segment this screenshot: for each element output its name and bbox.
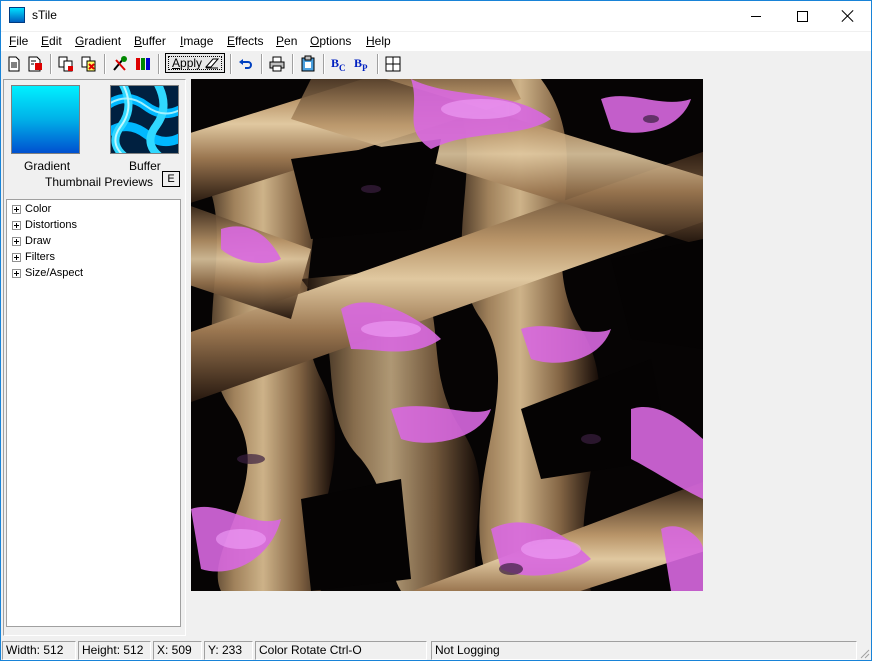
toolbar-separator	[158, 54, 160, 74]
eraser-icon	[205, 58, 219, 69]
tree-item-distortions[interactable]: Distortions	[12, 217, 77, 233]
app-window: sTile File Edit Gradient Buffer Image Ef…	[0, 0, 872, 661]
edit-thumbnail-button[interactable]: E	[162, 171, 180, 187]
toolbar-separator	[292, 54, 294, 74]
menu-effects[interactable]: Effects	[227, 34, 263, 48]
tree-item-filters[interactable]: Filters	[12, 249, 55, 265]
tree-item-draw[interactable]: Draw	[12, 233, 51, 249]
title-bar[interactable]: sTile	[1, 1, 871, 31]
status-height: Height: 512	[78, 641, 151, 660]
maximize-button[interactable]	[779, 1, 825, 31]
tools-icon[interactable]	[111, 55, 129, 73]
expand-icon[interactable]	[12, 252, 21, 262]
paste-icon[interactable]	[80, 55, 98, 73]
menu-bar: File Edit Gradient Buffer Image Effects …	[1, 32, 871, 51]
menu-buffer[interactable]: Buffer	[134, 34, 166, 48]
minimize-icon	[751, 15, 761, 17]
expand-icon[interactable]	[12, 204, 21, 214]
buffer-thumbnail[interactable]	[110, 85, 179, 154]
grid-icon[interactable]	[384, 55, 402, 73]
print-icon[interactable]	[268, 55, 286, 73]
buffer-caption: Buffer	[129, 159, 161, 173]
close-button[interactable]	[825, 1, 871, 31]
maximize-icon	[796, 10, 808, 22]
clipboard-icon[interactable]	[299, 55, 317, 73]
texture-image[interactable]	[191, 79, 703, 591]
status-x: X: 509	[153, 641, 202, 660]
minimize-button[interactable]	[733, 1, 779, 31]
status-bar: Width: 512 Height: 512 X: 509 Y: 233 Col…	[1, 640, 871, 660]
svg-text:P: P	[362, 63, 368, 73]
effects-tree: Color Distortions Draw Filters Size/Aspe…	[6, 199, 181, 627]
buffer-preview-image	[111, 86, 178, 153]
menu-image[interactable]: Image	[180, 34, 213, 48]
palette-icon[interactable]	[134, 55, 152, 73]
menu-file[interactable]: File	[9, 34, 28, 48]
svg-text:B: B	[354, 56, 362, 70]
copy-icon[interactable]	[57, 55, 75, 73]
tree-item-color[interactable]: Color	[12, 201, 51, 217]
blur-p-icon[interactable]: B P	[353, 55, 371, 73]
texture-render	[191, 79, 703, 591]
save-icon[interactable]	[26, 55, 44, 73]
resize-grip-icon[interactable]	[858, 647, 870, 659]
status-command: Color Rotate Ctrl-O	[255, 641, 427, 660]
toolbar-separator	[230, 54, 232, 74]
new-icon[interactable]	[5, 55, 23, 73]
canvas-area[interactable]	[187, 77, 871, 637]
expand-icon[interactable]	[12, 236, 21, 246]
close-icon	[842, 10, 854, 22]
tree-item-size-aspect[interactable]: Size/Aspect	[12, 265, 83, 281]
gradient-caption: Gradient	[24, 159, 71, 173]
toolbar: Apply B C B P	[1, 52, 871, 76]
toolbar-separator	[50, 54, 52, 74]
svg-text:B: B	[331, 56, 339, 70]
toolbar-separator	[261, 54, 263, 74]
thumbnail-previews-caption: Thumbnail Previews	[45, 175, 154, 189]
toolbar-separator	[377, 54, 379, 74]
menu-help[interactable]: Help	[366, 34, 391, 48]
status-logging: Not Logging	[431, 641, 857, 660]
svg-text:C: C	[339, 63, 346, 73]
status-width: Width: 512	[2, 641, 76, 660]
blur-c-icon[interactable]: B C	[330, 55, 348, 73]
toolbar-separator	[323, 54, 325, 74]
toolbar-separator	[104, 54, 106, 74]
app-icon[interactable]	[9, 7, 25, 23]
menu-pen[interactable]: Pen	[276, 34, 297, 48]
undo-icon[interactable]	[237, 55, 255, 73]
menu-options[interactable]: Options	[310, 34, 351, 48]
expand-icon[interactable]	[12, 268, 21, 278]
expand-icon[interactable]	[12, 220, 21, 230]
left-panel: Gradient Buffer Thumbnail Previews E Col…	[3, 79, 186, 636]
apply-button[interactable]: Apply	[165, 53, 225, 73]
gradient-thumbnail[interactable]	[11, 85, 80, 154]
menu-gradient[interactable]: Gradient	[75, 34, 121, 48]
menu-edit[interactable]: Edit	[41, 34, 62, 48]
status-y: Y: 233	[204, 641, 253, 660]
window-title: sTile	[32, 8, 57, 22]
